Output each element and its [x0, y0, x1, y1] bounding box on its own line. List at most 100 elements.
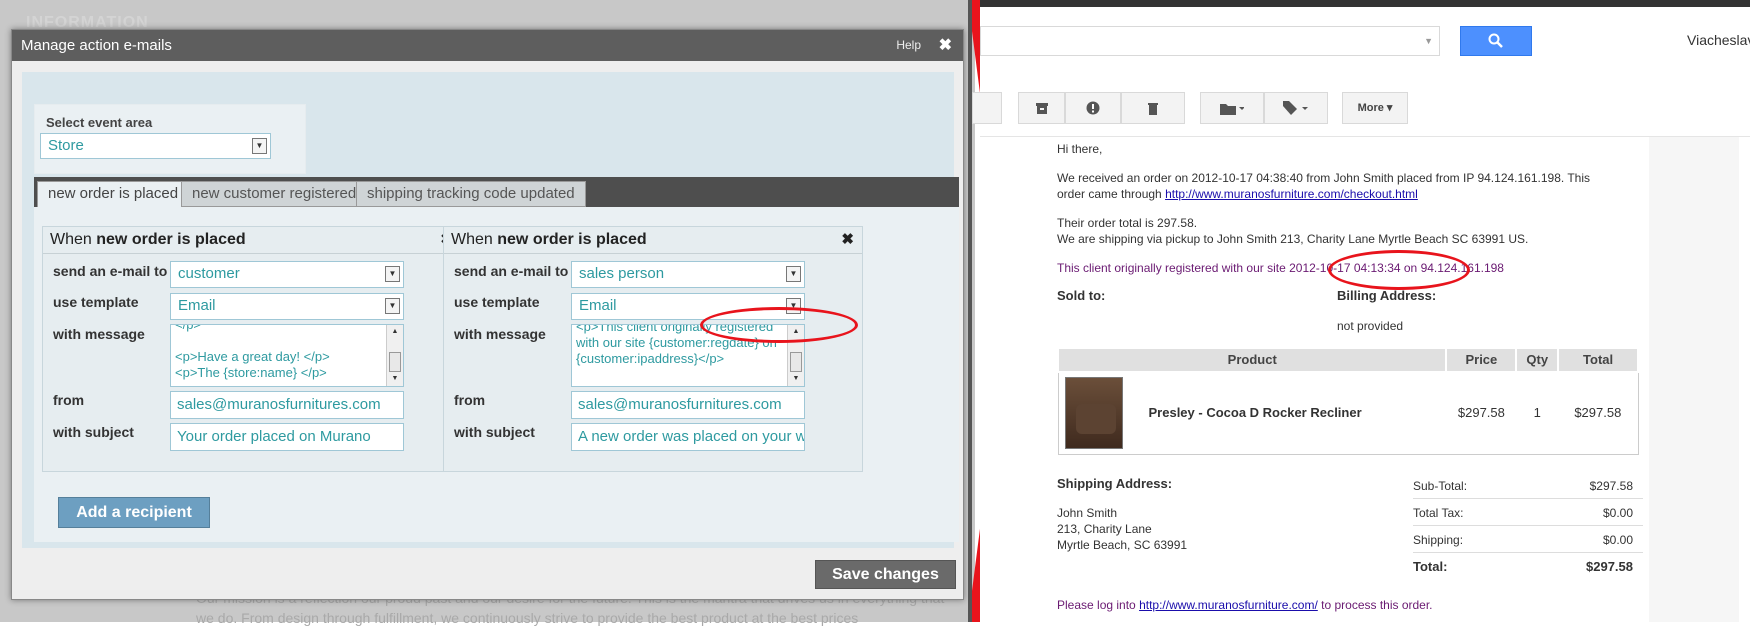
sold-to-label: Sold to: — [1057, 288, 1106, 303]
search-icon — [1488, 33, 1503, 48]
subject-field[interactable]: Your order placed on Murano — [170, 423, 404, 451]
product-table: Product Price Qty Total Presley - Cocoa … — [1056, 347, 1639, 455]
send-to-select[interactable]: customer ▼ — [170, 261, 404, 288]
event-area-select[interactable]: Store ▼ — [40, 133, 271, 159]
chevron-down-icon[interactable]: ▼ — [252, 138, 267, 154]
send-to-label: send an e-mail to — [53, 263, 168, 279]
remove-recipient-icon[interactable]: ✖ — [841, 227, 854, 253]
email-greeting: Hi there, — [1057, 142, 1103, 156]
tab-new-customer[interactable]: new customer registered — [181, 181, 368, 207]
from-field[interactable]: sales@muranosfurnitures.com — [571, 391, 805, 419]
email-order-line-1: We received an order on 2012-10-17 04:38… — [1057, 171, 1590, 185]
send-to-select[interactable]: sales person ▼ — [571, 261, 805, 288]
tab-shipping-tracking[interactable]: shipping tracking code updated — [356, 181, 586, 207]
delete-icon — [1148, 103, 1158, 115]
column-header: Product — [1056, 347, 1448, 373]
labels-icon — [1283, 101, 1308, 115]
message-textarea[interactable]: </p> <p>Have a great day! </p> <p>The {s… — [170, 324, 404, 387]
dialog-title-bar[interactable]: Manage action e-mails Help ✖ — [12, 30, 963, 61]
from-label: from — [454, 392, 486, 408]
add-recipient-button[interactable]: Add a recipient — [58, 497, 210, 528]
subject-label: with subject — [454, 424, 535, 440]
message-label: with message — [454, 326, 546, 342]
qty-cell: 1 — [1533, 405, 1541, 421]
checkout-link[interactable]: http://www.muranosfurniture.com/checkout… — [1165, 187, 1418, 201]
table-row: Presley - Cocoa D Rocker Recliner $297.5… — [1058, 372, 1638, 454]
event-tabs: new order is placed new customer registe… — [34, 177, 959, 208]
back-button[interactable] — [972, 92, 1002, 124]
card-event-name: new order is placed — [96, 231, 246, 248]
event-area-box: Select event area Store ▼ — [34, 104, 306, 174]
search-button[interactable] — [1460, 26, 1532, 56]
scroll-up-icon[interactable]: ▲ — [389, 326, 401, 338]
close-icon[interactable]: ✖ — [939, 30, 952, 61]
save-changes-button[interactable]: Save changes — [815, 560, 956, 589]
search-input[interactable]: ▼ — [980, 26, 1440, 56]
column-header: Total — [1557, 347, 1639, 373]
archive-button[interactable] — [1018, 92, 1065, 124]
send-to-value: customer — [178, 265, 240, 282]
scroll-down-icon[interactable]: ▼ — [790, 373, 802, 385]
tax-row: Total Tax: $0.00 — [1413, 500, 1643, 526]
user-name[interactable]: Viacheslav — [1687, 32, 1750, 48]
template-label: use template — [53, 294, 139, 310]
product-image — [1064, 377, 1123, 450]
card-title: When new order is placed ✖ — [43, 227, 461, 254]
message-scrollbar[interactable]: ▲ ▼ — [386, 325, 403, 386]
admin-link[interactable]: http://www.muranosfurniture.com/ — [1139, 598, 1318, 612]
card-title: When new order is placed ✖ — [444, 227, 862, 254]
chevron-down-icon[interactable]: ▼ — [385, 266, 400, 282]
card-event-name: new order is placed — [497, 231, 647, 248]
email-order-line-2: order came through http://www.muranosfur… — [1057, 187, 1418, 201]
template-select[interactable]: Email ▼ — [170, 293, 404, 320]
event-area-value: Store — [48, 137, 84, 154]
total-cell: $297.58 — [1574, 405, 1622, 421]
chevron-down-icon[interactable]: ▼ — [385, 298, 400, 314]
recipient-card-2: When new order is placed ✖ send an e-mai… — [443, 226, 863, 472]
shipping-address-line: John Smith — [1057, 506, 1118, 520]
chevron-down-icon[interactable]: ▼ — [786, 266, 801, 282]
delete-button[interactable] — [1121, 92, 1185, 124]
grand-total-row: Total: $297.58 — [1413, 559, 1633, 574]
report-spam-button[interactable] — [1065, 92, 1121, 124]
subject-label: with subject — [53, 424, 134, 440]
highlight-oval — [1328, 250, 1470, 290]
move-to-button[interactable] — [1200, 92, 1264, 124]
product-name: Presley - Cocoa D Rocker Recliner — [1148, 405, 1362, 421]
subject-field[interactable]: A new order was placed on your websit — [571, 423, 805, 451]
column-header: Price — [1445, 347, 1518, 373]
message-label: with message — [53, 326, 145, 342]
scroll-down-icon[interactable]: ▼ — [389, 373, 401, 385]
more-button[interactable]: More ▾ — [1342, 92, 1408, 124]
tab-new-order[interactable]: new order is placed — [37, 181, 190, 208]
labels-button[interactable] — [1264, 92, 1328, 124]
price-cell: $297.58 — [1457, 405, 1505, 421]
column-header: Qty — [1515, 347, 1560, 373]
shipping-address-line: Myrtle Beach, SC 63991 — [1057, 538, 1188, 552]
gmail-top-bar — [980, 0, 1750, 7]
gmail-window: ▼ Viacheslav More ▾ Hi there, We receive… — [972, 0, 1750, 622]
email-body: Hi there, We received an order on 2012-1… — [1049, 137, 1649, 622]
product-cell: Presley - Cocoa D Rocker Recliner — [1058, 372, 1446, 454]
highlight-oval — [700, 307, 858, 343]
send-to-label: send an e-mail to — [454, 263, 569, 279]
subtotal-row: Sub-Total: $297.58 — [1413, 473, 1643, 499]
shipping-address-line: 213, Charity Lane — [1057, 522, 1152, 536]
recipient-card-1: When new order is placed ✖ send an e-mai… — [42, 226, 462, 472]
move-to-folder-icon — [1220, 104, 1245, 115]
scroll-thumb[interactable] — [389, 352, 401, 372]
send-to-value: sales person — [579, 265, 665, 282]
email-total-line: Their order total is 297.58. — [1057, 216, 1198, 230]
email-footer: Please log into http://www.muranosfurnit… — [1057, 598, 1433, 612]
search-options-icon[interactable]: ▼ — [1424, 36, 1433, 46]
billing-address-label: Billing Address: — [1337, 288, 1437, 303]
help-link[interactable]: Help — [896, 30, 921, 61]
billing-address-value: not provided — [1337, 319, 1404, 333]
email-shipping-line: We are shipping via pickup to John Smith… — [1057, 232, 1529, 246]
table-header-row: Product Price Qty Total — [1056, 347, 1639, 373]
from-field[interactable]: sales@muranosfurnitures.com — [170, 391, 404, 419]
shipping-address-label: Shipping Address: — [1057, 476, 1173, 491]
scroll-thumb[interactable] — [790, 352, 802, 372]
dialog-title: Manage action e-mails — [21, 37, 172, 54]
from-label: from — [53, 392, 85, 408]
